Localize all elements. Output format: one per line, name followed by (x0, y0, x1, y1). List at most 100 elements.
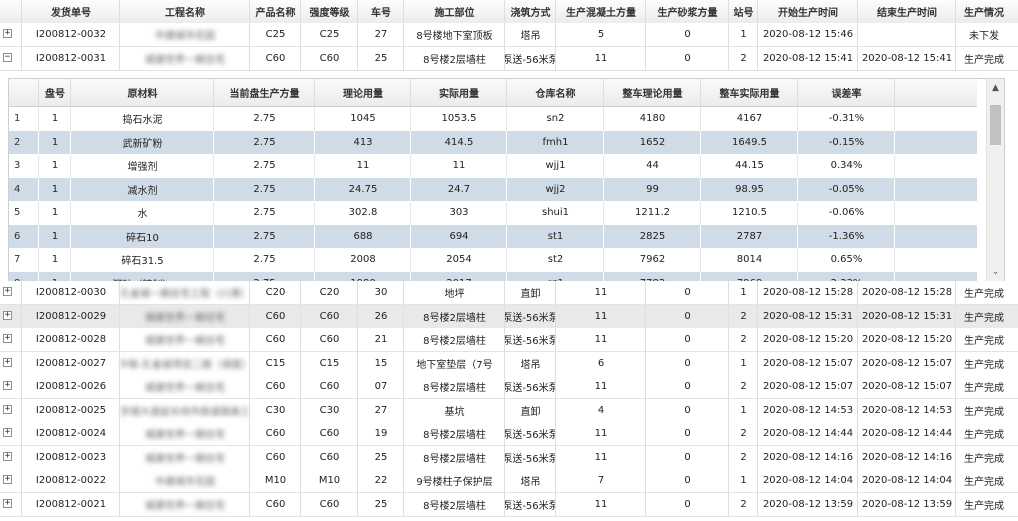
expand-icon[interactable]: + (3, 498, 12, 508)
station-number-cell: 2 (740, 498, 747, 510)
detail-column-header-row-number[interactable] (9, 79, 39, 106)
detail-column-header-truck-theoretical-amount[interactable]: 整车理论用量 (604, 79, 701, 106)
detail-column-header-actual-amount[interactable]: 实际用量 (411, 79, 507, 106)
detail-column-header-batch-volume[interactable]: 当前盘生产方量 (214, 79, 315, 106)
project-name-cell: 城建世界一期住宅 (145, 383, 225, 394)
order-id-cell: I200812-0029 (35, 310, 107, 322)
expand-icon[interactable]: + (3, 29, 12, 38)
order-id-cell: I200812-0028 (35, 334, 107, 345)
column-divider (645, 492, 646, 516)
column-header-product-name[interactable]: 产品名称 (250, 0, 301, 23)
construction-part-cell: 8号楼2层墙柱 (423, 383, 486, 394)
concrete-volume-cell: 11 (594, 52, 608, 64)
column-divider (955, 398, 956, 422)
table-row[interactable]: − I200812-0031 城建世界一期住宅 C60 C60 25 8号楼2层墙柱 泵送-5… (0, 46, 1018, 71)
column-header-construction-part[interactable]: 施工部位 (404, 0, 505, 23)
column-header-concrete-volume[interactable]: 生产混凝土方量 (556, 0, 646, 23)
table-row[interactable]: + I200812-0028 城建世界一期住宅 C60 C60 21 8号楼2层墙柱 泵送-5… (0, 328, 1018, 352)
column-divider (555, 469, 556, 492)
column-header-production-status[interactable]: 生产情况 (956, 0, 1012, 23)
column-divider (955, 304, 956, 328)
table-row[interactable]: + I200812-0024 城建世界一期住宅 C60 C60 19 8号楼2层墙柱 泵送-5… (0, 422, 1018, 446)
column-divider (894, 130, 895, 154)
project-name-cell: 城建世界一期住宅 (145, 453, 225, 465)
column-divider (728, 46, 729, 70)
actual-amount-cell: 11 (452, 160, 466, 172)
detail-scrollbar[interactable]: ▲ ⌄ (986, 79, 1004, 282)
table-row[interactable]: + I200812-0022 中建城市花园 M10 M10 22 9号楼柱子保护层 塔吊 7 0 1… (0, 469, 1018, 493)
product-name-cell: C60 (265, 334, 286, 345)
table-row[interactable]: + I200812-0029 城建世界一期住宅 C60 C60 26 8号楼2层墙柱 泵送-5… (0, 304, 1018, 329)
table-row[interactable]: + I200812-0032 中建城市花园 C25 C25 27 8号楼地下室顶板 塔吊 5 0 1… (0, 23, 1018, 47)
table-row[interactable]: + I200812-0026 城建世界一期住宅 C60 C60 07 8号楼2层墙柱 泵送-5… (0, 375, 1018, 399)
column-divider (300, 351, 301, 375)
concrete-volume-cell: 6 (597, 357, 605, 369)
column-header-start-time[interactable]: 开始生产时间 (758, 0, 858, 23)
detail-row[interactable]: 2 1 武新矿粉 2.75 413 414.5 fmh1 1652 1649.5 -0.15% (9, 130, 977, 154)
table-row[interactable]: + I200812-0025 京城大道延长线市政道路施工 C30 C30 27 基坑 直卸 4 0… (0, 398, 1018, 423)
column-header-project-name[interactable]: 工程名称 (120, 0, 250, 23)
error-rate-cell: 0.65% (830, 254, 863, 266)
column-divider (757, 0, 758, 23)
construction-part-cell: 8号楼2层墙柱 (423, 430, 486, 441)
column-divider (119, 304, 120, 328)
detail-row[interactable]: 4 1 减水剂 2.75 24.75 24.7 wjj2 99 98.95 -0.05% (9, 177, 977, 201)
column-header-strength-grade[interactable]: 强度等级 (301, 0, 358, 23)
column-divider (504, 375, 505, 398)
detail-column-header-truck-actual-amount[interactable]: 整车实际用量 (701, 79, 798, 106)
column-header-mortar-volume[interactable]: 生产砂浆方量 (646, 0, 729, 23)
batch-volume-cell: 2.75 (253, 207, 276, 219)
column-header-pour-method[interactable]: 浇筑方式 (505, 0, 556, 23)
detail-column-header-error-rate[interactable]: 误差率 (798, 79, 895, 106)
column-divider (857, 46, 858, 70)
column-divider (757, 375, 758, 398)
column-divider (403, 304, 404, 328)
expand-icon[interactable]: + (3, 334, 12, 343)
column-divider (504, 46, 505, 70)
column-divider (555, 492, 556, 516)
expand-icon[interactable]: + (3, 451, 12, 461)
table-row[interactable]: + I200812-0027 中铁-孔雀城项目二期（调度） C15 C15 15 地下室垫层… (0, 351, 1018, 376)
detail-row[interactable]: 1 1 捣石水泥 2.75 1045 1053.5 sn2 4180 4167 -0.31% (9, 107, 977, 131)
column-header-station-number[interactable]: 站号 (729, 0, 758, 23)
detail-column-header-raw-material[interactable]: 原材料 (71, 79, 214, 106)
column-header-truck-number[interactable]: 车号 (358, 0, 404, 23)
construction-part-cell: 9号楼柱子保护层 (416, 477, 493, 488)
expand-icon[interactable]: + (3, 287, 12, 296)
expand-icon[interactable]: + (3, 310, 12, 320)
table-row[interactable]: + I200812-0021 城建世界一期住宅 C60 C60 25 8号楼2层墙柱 泵送-5… (0, 492, 1018, 517)
table-row[interactable]: + I200812-0023 城建世界一期住宅 C60 C60 25 8号楼2层墙柱 泵送-5… (0, 445, 1018, 470)
expand-icon[interactable]: + (3, 381, 12, 390)
table-row[interactable]: + I200812-0030 孔雀城一期住宅工程（川港） C20 C20 30 地坪 直卸 11… (0, 281, 1018, 305)
column-divider (249, 351, 250, 375)
scroll-up-icon[interactable]: ▲ (987, 81, 1004, 95)
station-number-cell: 2 (740, 451, 747, 463)
scroll-thumb[interactable] (990, 105, 1001, 145)
expand-icon[interactable]: + (3, 404, 12, 414)
detail-column-header-theoretical-amount[interactable]: 理论用量 (315, 79, 411, 106)
scroll-down-icon[interactable]: ⌄ (987, 265, 1004, 279)
detail-column-header-warehouse-name[interactable]: 仓库名称 (507, 79, 604, 106)
column-header-order-id[interactable]: 发货单号 (22, 0, 120, 23)
column-divider (504, 398, 505, 422)
strength-grade-cell: M10 (318, 475, 341, 486)
detail-row[interactable]: 5 1 水 2.75 302.8 303 shui1 1211.2 1210.5 -0.06% (9, 201, 977, 225)
strength-grade-cell: C15 (319, 357, 340, 369)
collapse-icon[interactable]: − (3, 52, 12, 62)
column-header-end-time[interactable]: 结束生产时间 (858, 0, 956, 23)
detail-column-header-pan-number[interactable]: 盘号 (39, 79, 71, 106)
expand-icon[interactable]: + (3, 475, 12, 484)
product-name-cell: C60 (265, 498, 286, 510)
expand-icon[interactable]: + (3, 428, 12, 437)
expand-icon[interactable]: + (3, 357, 12, 367)
warehouse-name-cell: fmh1 (542, 136, 569, 148)
detail-row[interactable]: 7 1 碎石31.5 2.75 2008 2054 st2 7962 8014 0.65% (9, 248, 977, 272)
column-divider (857, 328, 858, 351)
column-divider (504, 422, 505, 445)
truck-actual-amount-cell: 1210.5 (732, 207, 767, 219)
error-rate-cell: -0.06% (828, 207, 865, 219)
pour-method-cell: 直卸 (520, 406, 541, 418)
detail-row[interactable]: 6 1 碎石10 2.75 688 694 st1 2825 2787 -1.36% (9, 224, 977, 248)
detail-row[interactable]: 3 1 增强剂 2.75 11 11 wjj1 44 44.15 0.34% (9, 154, 977, 178)
column-divider (504, 445, 505, 469)
